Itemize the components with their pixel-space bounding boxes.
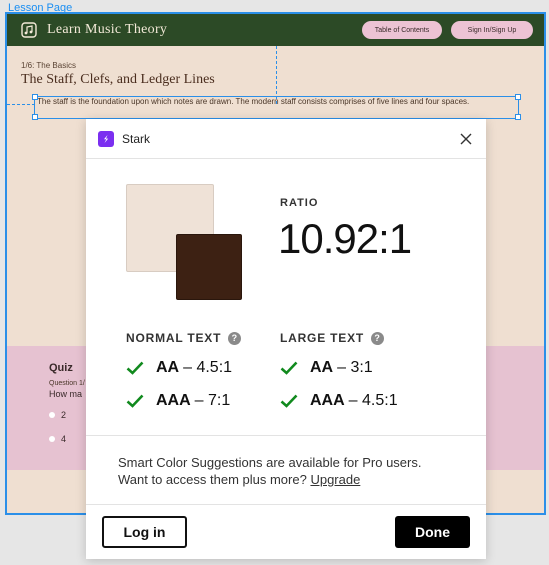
layout-guide-horizontal [7,104,35,105]
quiz-question-text: How ma [49,389,83,399]
quiz-option-label: 4 [61,434,67,444]
aaa-threshold: – 4.5:1 [348,392,398,409]
frame-label[interactable]: Lesson Page [8,2,72,14]
resize-handle[interactable] [32,94,38,100]
resize-handle[interactable] [515,94,521,100]
selected-text-layer[interactable]: The staff is the foundation upon which n… [34,96,519,119]
table-of-contents-button[interactable]: Table of Contents [362,21,442,39]
upsell-line-2: Want to access them plus more? Upgrade [118,471,421,488]
breadcrumb: 1/6: The Basics [21,61,76,70]
pro-upsell: Smart Color Suggestions are available fo… [118,454,421,488]
large-text-label: LARGE TEXT [280,331,365,345]
aa-threshold: – 3:1 [337,359,373,376]
sign-in-button[interactable]: Sign In/Sign Up [451,21,533,39]
checkmark-icon [280,394,298,408]
aa-label: AA [156,359,180,376]
stark-logo-icon [98,130,114,147]
large-aa-result: AA – 3:1 [280,359,373,377]
stark-contrast-dialog: Stark RATIO 10.92:1 NORMAL TEXT ? LARGE … [86,119,486,559]
ratio-label: RATIO [280,197,319,209]
normal-text-label: NORMAL TEXT [126,331,222,345]
aaa-label: AAA [310,392,345,409]
quiz-option[interactable]: 2 [49,410,66,420]
upgrade-link[interactable]: Upgrade [310,472,360,487]
aaa-label: AAA [156,392,191,409]
resize-handle[interactable] [515,114,521,120]
aa-threshold: – 4.5:1 [183,359,233,376]
app-header: Learn Music Theory Table of Contents Sig… [7,14,544,46]
divider [86,504,486,505]
help-icon[interactable]: ? [371,331,385,345]
normal-aa-result: AA – 4.5:1 [126,359,232,377]
help-icon[interactable]: ? [228,331,242,345]
divider [86,435,486,436]
resize-handle[interactable] [32,114,38,120]
large-text-heading: LARGE TEXT ? [280,331,385,345]
quiz-title: Quiz [49,362,73,374]
quiz-option[interactable]: 4 [49,434,66,444]
layout-guide-vertical [276,46,277,104]
music-note-icon [21,22,37,38]
upsell-line-1: Smart Color Suggestions are available fo… [118,455,422,470]
normal-aaa-result: AAA – 7:1 [126,392,230,410]
checkmark-icon [126,361,144,375]
checkmark-icon [126,394,144,408]
aa-label: AA [310,359,334,376]
app-title: Learn Music Theory [47,22,168,37]
upsell-question: Want to access them plus more? [118,472,307,487]
done-button[interactable]: Done [395,516,470,548]
contrast-ratio-value: 10.92:1 [278,215,412,262]
dialog-header: Stark [86,119,486,159]
radio-button[interactable] [49,436,55,442]
normal-text-heading: NORMAL TEXT ? [126,331,242,345]
quiz-option-label: 2 [61,410,67,420]
foreground-color-swatch[interactable] [176,234,242,300]
lesson-title: The Staff, Clefs, and Ledger Lines [21,72,215,87]
radio-button[interactable] [49,412,55,418]
large-aaa-result: AAA – 4.5:1 [280,392,398,410]
checkmark-icon [280,361,298,375]
aaa-threshold: – 7:1 [194,392,231,409]
close-icon[interactable] [458,131,474,147]
log-in-button[interactable]: Log in [102,516,187,548]
quiz-question-number: Question 1/ [49,380,85,387]
plugin-name: Stark [122,131,151,146]
